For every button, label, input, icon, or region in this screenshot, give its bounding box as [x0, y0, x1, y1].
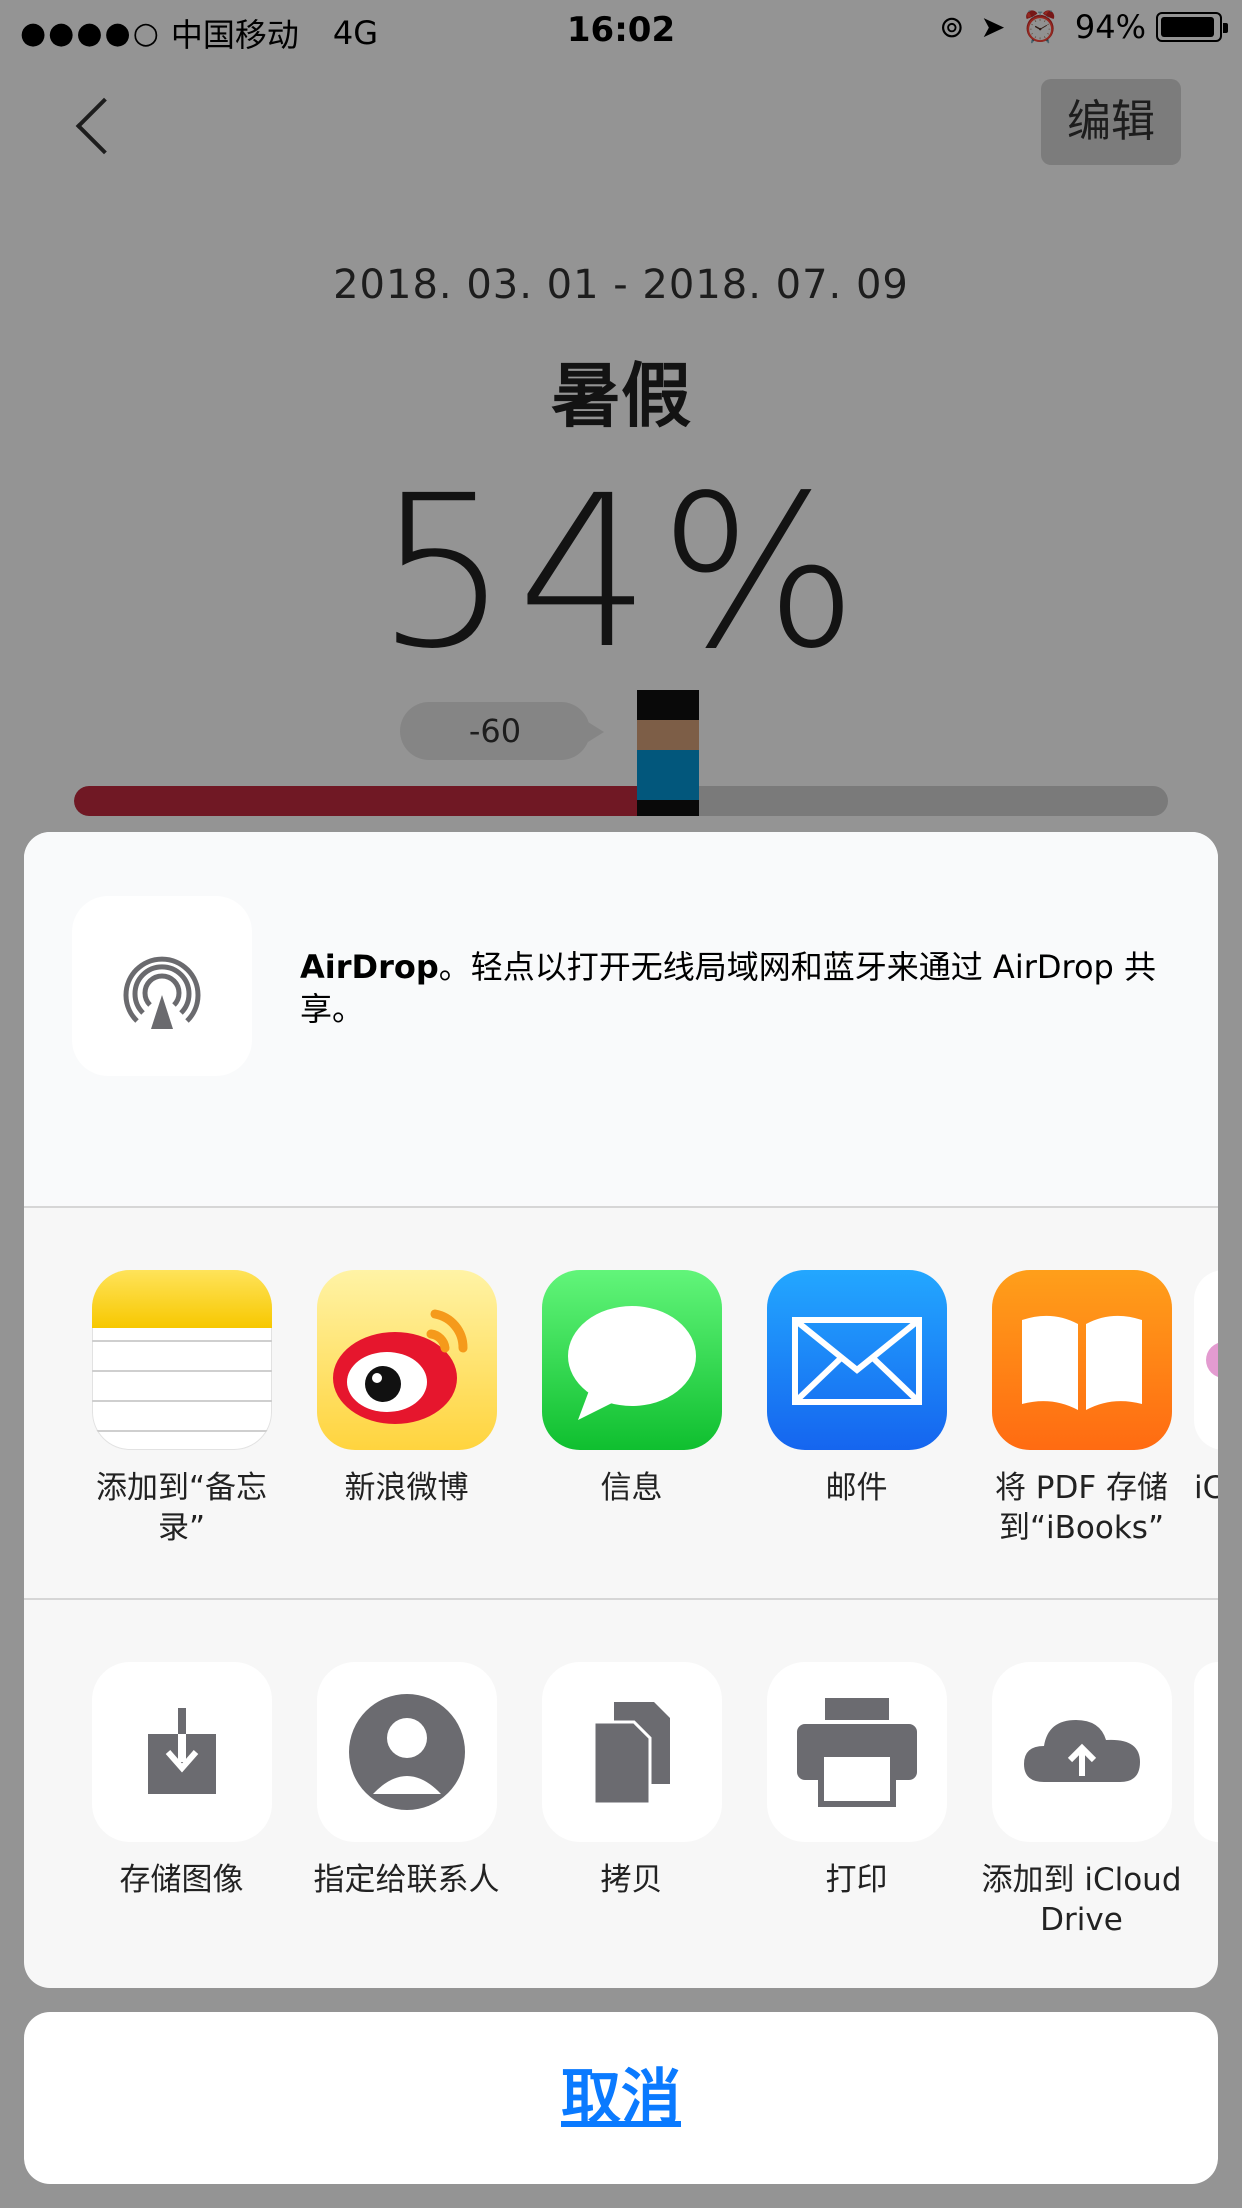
app-label: 邮件 [825, 1470, 888, 1506]
share-app-icloud[interactable]: iCl [1194, 1270, 1218, 1508]
weibo-icon [316, 1270, 497, 1450]
app-label: 信息 [600, 1470, 663, 1506]
airdrop-section: AirDrop。轻点以打开无线局域网和蓝牙来通过 AirDrop 共享。 [24, 832, 1218, 1206]
app-label: 将 PDF 存储到“iBooks” [994, 1470, 1169, 1546]
notes-icon [91, 1270, 272, 1450]
share-app-messages[interactable]: 信息 [519, 1270, 744, 1508]
icloud-upload-icon [991, 1662, 1172, 1842]
action-label: 拷贝 [600, 1862, 663, 1898]
app-label: 添加到“备忘录” [95, 1470, 268, 1546]
save-image-icon [91, 1662, 272, 1842]
share-sheet: AirDrop。轻点以打开无线局域网和蓝牙来通过 AirDrop 共享。 添加到… [24, 832, 1218, 1988]
messages-icon [541, 1270, 722, 1450]
airdrop-title: AirDrop [300, 948, 439, 986]
share-app-mail[interactable]: 邮件 [744, 1270, 969, 1508]
contact-icon [316, 1662, 497, 1842]
action-label: 添加到 iCloud Drive [981, 1862, 1182, 1938]
copy-icon [541, 1662, 722, 1842]
divider [24, 1206, 1218, 1208]
divider [24, 1598, 1218, 1600]
action-print[interactable]: 打印 [744, 1662, 969, 1900]
share-app-notes[interactable]: 添加到“备忘录” [69, 1270, 294, 1548]
action-assign-contact[interactable]: 指定给联系人 [294, 1662, 519, 1900]
app-label: iCl [1194, 1470, 1218, 1506]
share-app-weibo[interactable]: 新浪微博 [294, 1270, 519, 1508]
action-more-partial[interactable] [1194, 1662, 1218, 1842]
app-label: 新浪微博 [344, 1470, 469, 1506]
action-copy[interactable]: 拷贝 [519, 1662, 744, 1900]
print-icon [766, 1662, 947, 1842]
action-save-image[interactable]: 存储图像 [69, 1662, 294, 1900]
action-label: 存储图像 [119, 1862, 244, 1898]
share-app-ibooks[interactable]: 将 PDF 存储到“iBooks” [969, 1270, 1194, 1548]
icloud-app-icon [1194, 1270, 1218, 1450]
action-label: 指定给联系人 [313, 1862, 500, 1898]
action-label: 打印 [825, 1862, 888, 1898]
share-apps-row: 添加到“备忘录” 新浪微博 信息 邮件 将 PDF 存储到“iBooks” iC [24, 1270, 1218, 1570]
ibooks-icon [991, 1270, 1172, 1450]
mail-icon [766, 1270, 947, 1450]
share-actions-row: 存储图像 指定给联系人 拷贝 打印 添加到 iCloud Drive [24, 1662, 1218, 1962]
airdrop-description: AirDrop。轻点以打开无线局域网和蓝牙来通过 AirDrop 共享。 [300, 946, 1180, 1030]
airdrop-icon[interactable] [72, 896, 252, 1076]
cancel-button[interactable]: 取消 [24, 2012, 1218, 2184]
action-add-icloud-drive[interactable]: 添加到 iCloud Drive [969, 1662, 1194, 1940]
